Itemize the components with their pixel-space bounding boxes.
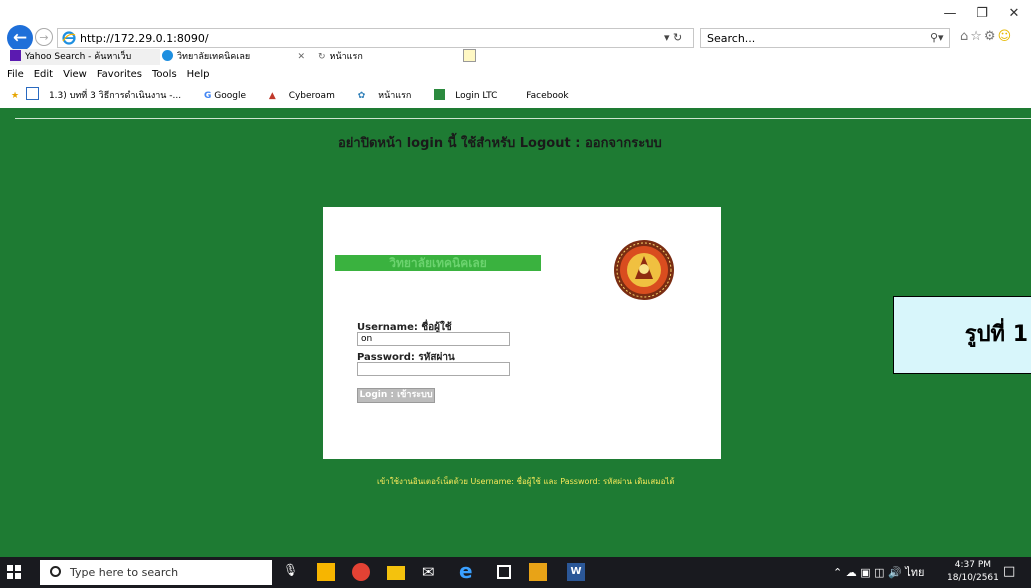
menu-bar: File Edit View Favorites Tools Help	[0, 69, 212, 83]
college-seal-icon	[613, 239, 675, 301]
tab-label: หน้าแรก	[329, 52, 363, 62]
windows-start-icon[interactable]	[7, 565, 21, 579]
divider	[15, 118, 1031, 119]
menu-help[interactable]: Help	[187, 69, 210, 80]
app-icon[interactable]	[529, 563, 547, 581]
browser-search-placeholder: Search...	[707, 32, 756, 45]
college-banner: วิทยาลัยเทคนิคเลย	[335, 255, 541, 271]
language-indicator[interactable]: ไทย	[905, 566, 924, 579]
address-text: http://172.29.0.1:8090/	[80, 32, 209, 45]
task-view-icon[interactable]	[497, 565, 511, 579]
tab-college[interactable]: วิทยาลัยเทคนิคเลย ✕	[162, 49, 317, 65]
browser-search-input[interactable]: Search... ⚲▾	[700, 28, 950, 48]
page-warning: อย่าปิดหน้า login นี้ ใช้สำหรับ Logout :…	[338, 136, 662, 151]
file-explorer-icon[interactable]	[387, 566, 405, 580]
page-icon	[25, 87, 39, 100]
smiley-icon[interactable]: ☺	[998, 29, 1014, 44]
fav-label: Login LTC	[455, 91, 498, 101]
taskbar: Type here to search 🎙 ✉ e W ⌃ ☁ ▣ ◫ 🔊 ไท…	[0, 557, 1031, 588]
menu-file[interactable]: File	[7, 69, 24, 80]
menu-edit[interactable]: Edit	[34, 69, 53, 80]
home-fav-icon: ✿	[357, 91, 366, 101]
minimize-icon[interactable]: —	[935, 6, 965, 21]
cortana-circle-icon	[50, 566, 61, 577]
page-footer-note: เข้าใช้งานอินเตอร์เน็ตด้วย Username: ชื่…	[377, 477, 675, 486]
tab-label: Yahoo Search - ค้นหาเว็บ	[25, 52, 132, 62]
chrome-icon[interactable]	[352, 563, 370, 581]
notification-icon[interactable]: □	[1003, 564, 1015, 579]
tab-label: วิทยาลัยเทคนิคเลย	[177, 52, 251, 62]
page-content: อย่าปิดหน้า login นี้ ใช้สำหรับ Logout :…	[0, 108, 1031, 557]
new-tab-button[interactable]	[460, 49, 478, 65]
fav-label: 1.3) บทที่ 3 วิธีการดำเนินงาน -...	[48, 91, 182, 101]
home-favorites-settings-icons[interactable]: ⌂☆⚙☺	[960, 29, 1013, 44]
fav-item-login-ltc[interactable]: Login LTC	[434, 89, 507, 101]
clock[interactable]: 4:37 PM 18/10/2561	[947, 559, 999, 585]
clock-time: 4:37 PM	[954, 560, 992, 570]
refresh-icon[interactable]: ▾ ↻	[664, 31, 682, 44]
login-ltc-icon	[434, 89, 446, 100]
browser-toolbar: ← → http://172.29.0.1:8090/ ▾ ↻ Search..…	[0, 0, 1031, 51]
tab-bar: Yahoo Search - ค้นหาเว็บ วิทยาลัยเทคนิคเ…	[0, 49, 1031, 65]
yahoo-icon	[10, 50, 21, 61]
internet-explorer-icon[interactable]: e	[459, 559, 479, 583]
close-icon[interactable]: ✕	[999, 6, 1029, 21]
store-icon[interactable]	[317, 563, 335, 581]
ie-page-icon	[62, 31, 76, 45]
taskbar-search-input[interactable]: Type here to search	[40, 560, 272, 585]
loading-icon: ↻	[318, 52, 326, 62]
new-tab-icon	[462, 49, 476, 62]
fav-item-cyberoam[interactable]: ▲ Cyberoam	[269, 91, 345, 101]
search-icon[interactable]: ⚲▾	[930, 31, 944, 44]
address-bar[interactable]: http://172.29.0.1:8090/	[57, 28, 694, 48]
google-icon: G	[204, 91, 212, 101]
restore-icon[interactable]: ❐	[967, 6, 997, 21]
fav-label: Cyberoam	[288, 91, 335, 101]
login-button[interactable]: Login : เข้าระบบ	[357, 388, 435, 403]
fav-label: Google	[214, 91, 247, 101]
clock-date: 18/10/2561	[947, 573, 999, 583]
taskbar-search-placeholder: Type here to search	[70, 566, 179, 579]
menu-view[interactable]: View	[63, 69, 87, 80]
close-tab-icon[interactable]: ✕	[297, 49, 305, 65]
system-tray[interactable]: ⌃ ☁ ▣ ◫ 🔊 ไทย	[833, 563, 924, 581]
login-panel: วิทยาลัยเทคนิคเลย Username: ชื่อผู้ใช้ P…	[323, 207, 721, 459]
microphone-icon[interactable]: 🎙	[283, 563, 303, 583]
menu-favorites[interactable]: Favorites	[97, 69, 142, 80]
back-button[interactable]: ←	[7, 25, 33, 51]
fav-label: หน้าแรก	[378, 91, 412, 101]
ie-icon	[162, 50, 173, 61]
figure-label: รูปที่ 1	[893, 296, 1031, 374]
tab-yahoo[interactable]: Yahoo Search - ค้นหาเว็บ	[10, 49, 160, 65]
fav-item-facebook[interactable]: Facebook	[526, 91, 578, 101]
cyberoam-icon: ▲	[268, 91, 276, 101]
favorites-star-icon[interactable]: ★	[11, 91, 19, 101]
tab-home[interactable]: ↻ หน้าแรก	[318, 49, 478, 65]
fav-item-google[interactable]: G Google	[204, 91, 256, 101]
fav-item-chapter[interactable]: 1.3) บทที่ 3 วิธีการดำเนินงาน -...	[25, 87, 191, 101]
word-icon[interactable]: W	[567, 563, 585, 581]
window-controls: — ❐ ✕	[935, 6, 1031, 26]
password-input[interactable]	[357, 362, 510, 376]
mail-icon[interactable]: ✉	[422, 563, 442, 583]
username-input[interactable]	[357, 332, 510, 346]
menu-tools[interactable]: Tools	[152, 69, 177, 80]
fav-label: Facebook	[526, 91, 569, 101]
fav-item-home[interactable]: ✿ หน้าแรก	[358, 91, 422, 101]
favorites-bar: ★ 1.3) บทที่ 3 วิธีการดำเนินงาน -... G G…	[0, 87, 589, 101]
forward-button[interactable]: →	[35, 28, 53, 46]
